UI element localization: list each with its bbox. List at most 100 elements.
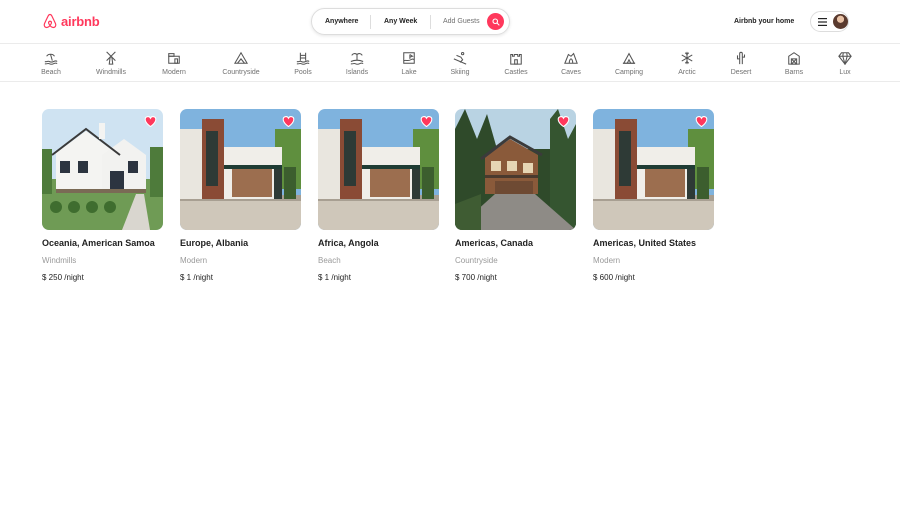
- listing-location: Africa, Angola: [318, 238, 379, 248]
- listing-price: $ 700 /night: [455, 273, 576, 282]
- search-week-button[interactable]: Any Week: [384, 18, 417, 25]
- castle-icon: [510, 53, 522, 65]
- listing-photo[interactable]: [593, 109, 714, 230]
- category-countryside[interactable]: Countryside: [213, 51, 269, 76]
- listing-price: $ 1 /night: [180, 273, 301, 282]
- windmill-icon: [106, 51, 116, 65]
- search-submit-button[interactable]: [487, 13, 504, 30]
- top-header: airbnb Anywhere Any Week Add Guests Airb…: [0, 0, 900, 44]
- category-label: Islands: [345, 69, 369, 76]
- category-label: Desert: [730, 69, 752, 76]
- category-castles[interactable]: Castles: [488, 51, 544, 76]
- search-divider: [430, 15, 431, 29]
- search-icon: [491, 17, 500, 26]
- category-label: Modern: [162, 69, 186, 76]
- price-unit: /night: [64, 273, 84, 282]
- category-label: Beach: [41, 69, 61, 76]
- category-barns[interactable]: Barns: [766, 51, 822, 76]
- listing-location: Americas, United States: [593, 238, 697, 248]
- modern-house-icon: [168, 53, 180, 64]
- category-label: Camping: [614, 69, 643, 76]
- favorite-heart-icon[interactable]: [695, 115, 708, 128]
- camping-icon: [622, 52, 636, 64]
- listing-card[interactable]: Africa, Angola Beach $ 1 /night: [318, 109, 439, 282]
- category-pools[interactable]: Pools: [275, 51, 331, 76]
- listing-card[interactable]: Oceania, American Samoa Windmills $ 250 …: [42, 109, 163, 282]
- price-amount: $ 1: [180, 273, 192, 282]
- category-modern[interactable]: Modern: [146, 51, 202, 76]
- category-label: Castles: [504, 69, 528, 76]
- listing-location: Americas, Canada: [455, 238, 534, 248]
- category-beach[interactable]: Beach: [23, 51, 79, 76]
- search-bar[interactable]: Anywhere Any Week Add Guests: [311, 8, 510, 35]
- category-caves[interactable]: Caves: [543, 51, 599, 76]
- airbnb-your-home-link[interactable]: Airbnb your home: [734, 18, 794, 25]
- category-label: Windmills: [96, 69, 126, 76]
- listing-price: $ 1 /night: [318, 273, 439, 282]
- logo-text: airbnb: [61, 13, 100, 29]
- listing-card[interactable]: Americas, United States Modern $ 600 /ni…: [593, 109, 714, 282]
- airbnb-logo[interactable]: airbnb: [42, 13, 100, 29]
- diamond-icon: [838, 52, 852, 65]
- listing-category: Countryside: [455, 256, 498, 265]
- category-label: Barns: [784, 69, 804, 76]
- avatar: [833, 14, 848, 29]
- favorite-heart-icon[interactable]: [557, 115, 570, 128]
- search-guests-button[interactable]: Add Guests: [443, 18, 480, 25]
- search-anywhere-button[interactable]: Anywhere: [325, 18, 358, 25]
- countryside-icon: [234, 51, 248, 64]
- price-amount: $ 600: [593, 273, 614, 282]
- category-lake[interactable]: Lake: [381, 51, 437, 76]
- listing-photo[interactable]: [318, 109, 439, 230]
- listing-photo[interactable]: [42, 109, 163, 230]
- category-islands[interactable]: Islands: [329, 51, 385, 76]
- category-windmills[interactable]: Windmills: [83, 51, 139, 76]
- cactus-icon: [736, 51, 746, 65]
- listing-location: Europe, Albania: [180, 238, 249, 248]
- listing-category: Modern: [180, 256, 208, 265]
- category-label: Lux: [839, 69, 851, 76]
- category-arctic[interactable]: Arctic: [659, 51, 715, 76]
- listing-photo[interactable]: [455, 109, 576, 230]
- price-amount: $ 1: [318, 273, 330, 282]
- category-camping[interactable]: Camping: [601, 51, 657, 76]
- price-unit: /night: [615, 273, 635, 282]
- category-label: Lake: [401, 69, 417, 76]
- listing-price: $ 600 /night: [593, 273, 714, 282]
- island-icon: [350, 53, 364, 65]
- snowflake-icon: [681, 51, 693, 65]
- hamburger-menu-icon: [818, 18, 827, 26]
- price-unit: /night: [477, 273, 497, 282]
- category-bar: Beach Windmills Modern Countryside Pools…: [0, 45, 900, 82]
- user-menu-button[interactable]: [810, 11, 849, 32]
- listing-category: Modern: [593, 256, 621, 265]
- listing-photo[interactable]: [180, 109, 301, 230]
- listing-location: Oceania, American Samoa: [42, 238, 155, 248]
- listing-card[interactable]: Americas, Canada Countryside $ 700 /nigh…: [455, 109, 576, 282]
- favorite-heart-icon[interactable]: [144, 115, 157, 128]
- category-label: Countryside: [222, 69, 260, 76]
- price-unit: /night: [193, 273, 213, 282]
- category-label: Skiing: [450, 69, 470, 76]
- category-desert[interactable]: Desert: [713, 51, 769, 76]
- category-skiing[interactable]: Skiing: [432, 51, 488, 76]
- favorite-heart-icon[interactable]: [282, 115, 295, 128]
- favorite-heart-icon[interactable]: [420, 115, 433, 128]
- skiing-icon: [453, 51, 467, 65]
- category-lux[interactable]: Lux: [817, 51, 873, 76]
- listing-category: Windmills: [42, 256, 77, 265]
- pool-icon: [296, 52, 310, 65]
- price-amount: $ 700: [455, 273, 476, 282]
- beach-icon: [44, 53, 58, 65]
- barn-icon: [788, 52, 800, 65]
- listing-price: $ 250 /night: [42, 273, 163, 282]
- price-amount: $ 250: [42, 273, 63, 282]
- cave-icon: [564, 52, 578, 64]
- airbnb-logo-icon: [43, 13, 57, 29]
- listing-card[interactable]: Europe, Albania Modern $ 1 /night: [180, 109, 301, 282]
- category-label: Caves: [561, 69, 581, 76]
- listing-category: Beach: [318, 256, 341, 265]
- price-unit: /night: [331, 273, 351, 282]
- search-divider: [370, 15, 371, 29]
- category-label: Pools: [294, 69, 312, 76]
